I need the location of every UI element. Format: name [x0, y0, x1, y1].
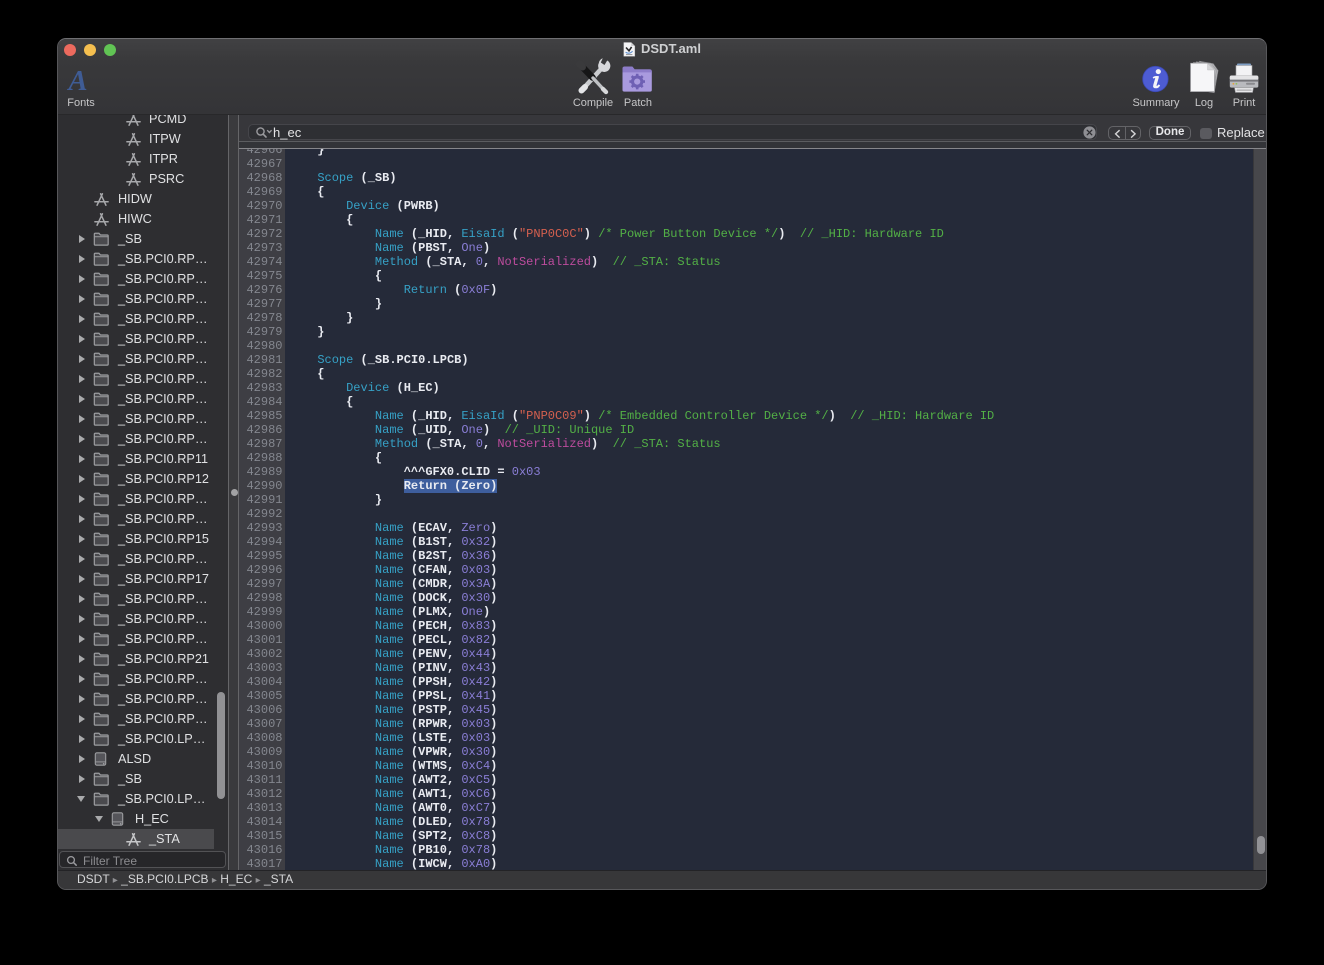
svg-text:A: A [66, 66, 87, 97]
